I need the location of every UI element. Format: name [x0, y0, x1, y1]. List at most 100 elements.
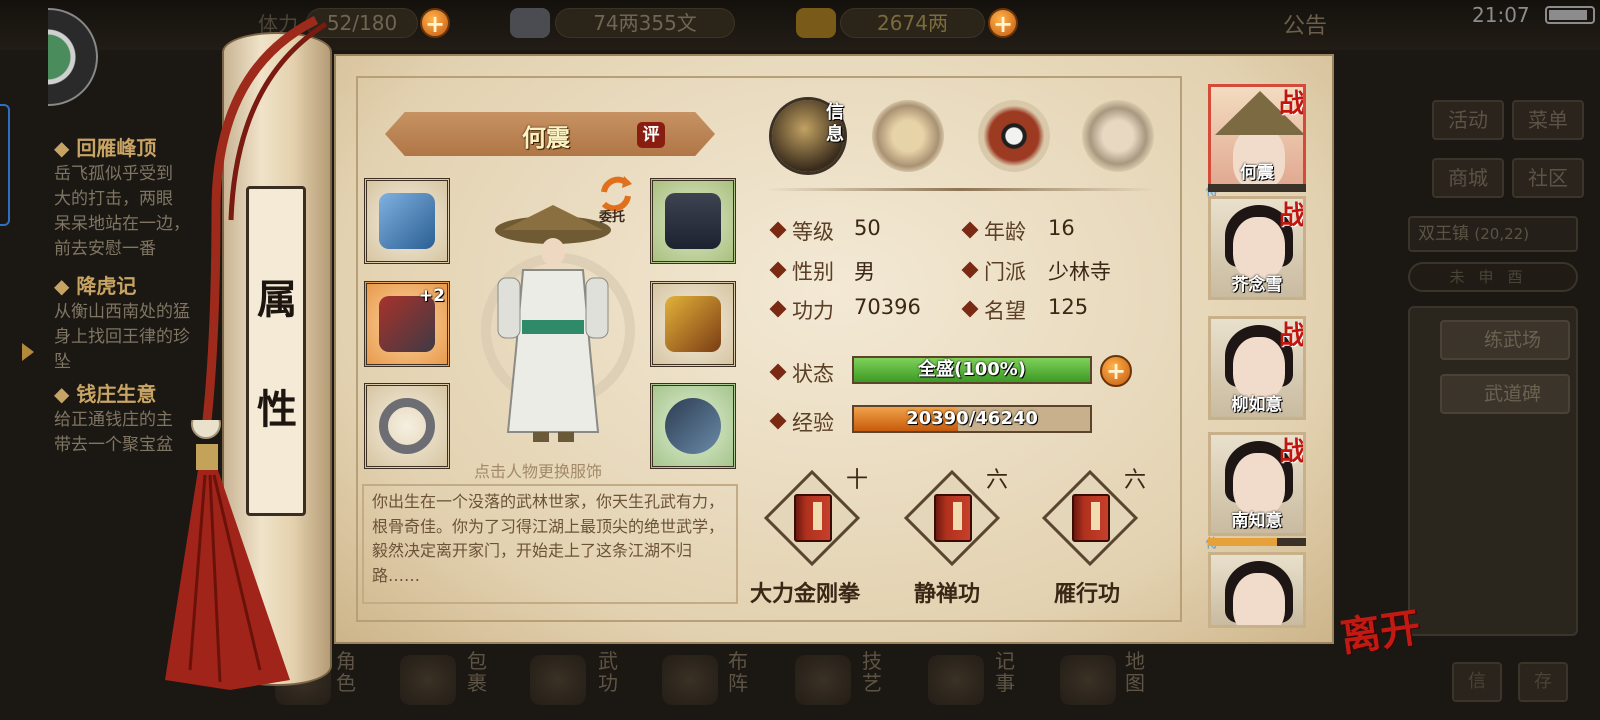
equip-slot-belt[interactable] [650, 178, 736, 264]
fish-amulet-icon [665, 398, 721, 454]
member-name: 芥念雪 [1231, 275, 1283, 295]
quest-title[interactable]: ◆ 回雁峰顶 [54, 132, 156, 161]
ring-icon [379, 398, 435, 454]
community-button[interactable]: 社区 [1512, 158, 1584, 198]
age-label: 年龄 [984, 220, 1026, 244]
status-bar: 全盛(100%) [852, 356, 1092, 384]
martial-stele-button[interactable]: 武道碑 [1440, 374, 1570, 414]
skill-slot[interactable] [763, 469, 861, 567]
map-nav-icon[interactable] [1060, 655, 1116, 705]
nav-martial[interactable]: 武功 [598, 650, 632, 720]
gold-counter: 2674两 [840, 8, 985, 38]
bag-nav-icon[interactable] [400, 655, 456, 705]
nav-role[interactable]: 角色 [336, 650, 370, 720]
time-of-day-bar: 未申酉 [1408, 262, 1578, 292]
exp-bar: 20390/46240 [852, 405, 1092, 433]
member-name: 南知意 [1231, 511, 1283, 531]
power-value: 70396 [854, 295, 921, 319]
nav-formation[interactable]: 布阵 [728, 650, 762, 720]
craft-nav-icon[interactable] [795, 655, 851, 705]
member-hp-strip [1208, 538, 1306, 546]
add-stamina-button[interactable]: + [420, 8, 450, 38]
skill-slot[interactable] [1041, 469, 1139, 567]
age-value: 16 [1048, 216, 1075, 240]
level-value: 50 [854, 216, 881, 240]
gauntlet-icon [379, 193, 435, 249]
equip-slot-armor[interactable] [650, 281, 736, 367]
silver-icon [510, 8, 550, 38]
equip-slot-cuirass[interactable]: +2 [364, 281, 450, 367]
exp-label: 经验 [792, 411, 834, 435]
menu-button[interactable]: 菜单 [1512, 100, 1584, 140]
quest-title[interactable]: ◆ 钱庄生意 [54, 378, 156, 407]
activities-button[interactable]: 活动 [1432, 100, 1504, 140]
journal-nav-icon[interactable] [928, 655, 984, 705]
battery-icon [1545, 6, 1595, 24]
side-panel-tab[interactable] [0, 104, 10, 226]
skill-book-icon [794, 494, 832, 542]
entrust-label[interactable]: 委托 [599, 206, 625, 225]
party-member-card[interactable]: 战 芥念雪 [1208, 196, 1306, 300]
skill-slot[interactable] [903, 469, 1001, 567]
notice-button[interactable]: 公告 [1283, 8, 1327, 40]
skill-book-icon [934, 494, 972, 542]
gender-label: 性别 [792, 260, 834, 284]
gender-value: 男 [854, 260, 875, 284]
rate-button[interactable]: 评 [637, 122, 665, 148]
fame-value: 125 [1048, 295, 1089, 319]
skill-book-icon [1072, 494, 1110, 542]
leave-button[interactable]: 离开 [1336, 595, 1424, 664]
save-button[interactable]: 存 [1518, 662, 1568, 702]
restore-status-button[interactable]: + [1100, 355, 1132, 387]
sect-value: 少林寺 [1048, 260, 1111, 284]
party-member-card[interactable]: 战 柳如意 [1208, 316, 1306, 420]
expand-arrow-icon[interactable] [22, 343, 34, 361]
armor-icon [665, 296, 721, 352]
meridian-tab-icon[interactable] [1082, 100, 1154, 172]
equip-slot-gauntlet[interactable] [364, 178, 450, 264]
nav-craft[interactable]: 技艺 [862, 650, 896, 720]
nav-map[interactable]: 地图 [1125, 650, 1159, 720]
character-figure[interactable] [478, 200, 638, 450]
party-member-card[interactable] [1208, 552, 1306, 628]
skill-name[interactable]: 雁行功 [1054, 576, 1120, 608]
belt-icon [665, 193, 721, 249]
martial-nav-icon[interactable] [530, 655, 586, 705]
fame-label: 名望 [984, 299, 1026, 323]
in-battle-tag: 战 [1278, 437, 1305, 467]
formation-nav-icon[interactable] [662, 655, 718, 705]
exp-text: 20390/46240 [906, 408, 1038, 429]
tab-info-label[interactable]: 信息 [826, 102, 852, 146]
character-name: 何震 [522, 124, 570, 152]
equip-slot-amulet[interactable] [650, 383, 736, 469]
add-gold-button[interactable]: + [988, 8, 1018, 38]
status-label: 状态 [792, 362, 834, 386]
location-label: 双王镇 (20,22) [1408, 216, 1578, 252]
equip-slot-ring[interactable] [364, 383, 450, 469]
training-ground-button[interactable]: 练武场 [1440, 320, 1570, 360]
nav-journal[interactable]: 记事 [995, 650, 1029, 720]
skill-name[interactable]: 静禅功 [914, 576, 980, 608]
attributes-title-plaque: 属 性 [246, 186, 306, 516]
member-portrait [1233, 573, 1285, 625]
party-member-card[interactable]: 战 南知意 [1208, 432, 1306, 536]
member-name: 何震 [1240, 163, 1274, 183]
silver-counter: 74两355文 [555, 8, 735, 38]
scroll-tab-icon[interactable] [872, 100, 944, 172]
section-divider [766, 188, 1156, 191]
nav-bag[interactable]: 包裹 [467, 650, 501, 720]
party-member-card[interactable]: 战 何震 [1208, 84, 1306, 188]
bagua-tab-icon[interactable] [978, 100, 1050, 172]
status-clock: 21:07 [1472, 3, 1530, 27]
quest-title[interactable]: ◆ 降虎记 [54, 270, 136, 299]
skill-name[interactable]: 大力金刚拳 [750, 576, 860, 608]
letter-button[interactable]: 信 [1452, 662, 1502, 702]
sect-label: 门派 [984, 260, 1026, 284]
change-outfit-hint: 点击人物更换服饰 [474, 462, 603, 481]
in-battle-tag: 战 [1278, 201, 1305, 231]
enhance-level: +2 [418, 286, 445, 306]
character-bio: 你出生在一个没落的武林世家，你天生孔武有力，根骨奇佳。你为了习得江湖上最顶尖的绝… [362, 484, 738, 604]
in-battle-tag: 战 [1278, 321, 1305, 351]
gold-ingot-icon [796, 8, 836, 38]
shop-button[interactable]: 商城 [1432, 158, 1504, 198]
